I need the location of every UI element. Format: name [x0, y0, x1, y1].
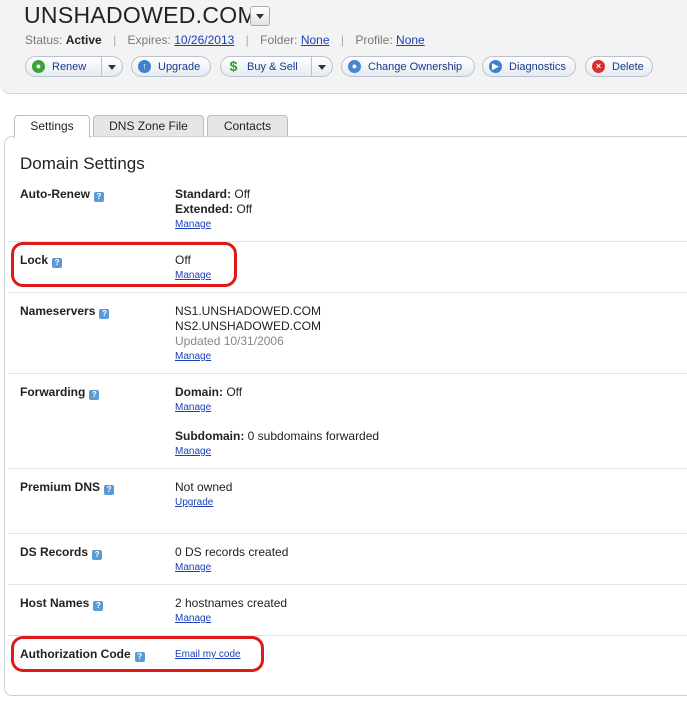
- auto-renew-manage-link[interactable]: Manage: [175, 219, 211, 230]
- tab-dns-zone-file[interactable]: DNS Zone File: [93, 115, 204, 136]
- expires-label: Expires:: [127, 33, 171, 47]
- host-names-label-text: Host Names: [20, 596, 90, 610]
- profile-link[interactable]: None: [396, 33, 425, 47]
- separator: |: [340, 33, 344, 47]
- settings-panel: [4, 136, 687, 696]
- renew-label: Renew: [52, 60, 87, 73]
- auto-renew-label-text: Auto-Renew: [20, 187, 90, 201]
- domain-dropdown-button[interactable]: [250, 6, 270, 26]
- help-icon[interactable]: ?: [92, 550, 103, 560]
- renew-dropdown-arrow[interactable]: [101, 57, 122, 76]
- help-icon[interactable]: ?: [104, 485, 115, 495]
- status-label: Status:: [25, 33, 63, 47]
- buy-sell-button[interactable]: $ Buy & Sell: [220, 56, 333, 77]
- premium-dns-upgrade-link[interactable]: Upgrade: [175, 497, 213, 508]
- forwarding-domain-value: Off: [226, 385, 243, 399]
- renew-icon: ●: [32, 60, 45, 73]
- auto-renew-label: Auto-Renew?: [20, 187, 104, 202]
- auth-code-highlight-annotation: [11, 636, 264, 672]
- standard-label: Standard:: [175, 187, 232, 201]
- row-divider: [8, 292, 687, 293]
- diagnostics-button[interactable]: ▶ Diagnostics: [482, 56, 576, 77]
- forwarding-label-text: Forwarding: [20, 385, 86, 399]
- diagnostics-icon: ▶: [489, 60, 502, 73]
- lock-highlight-annotation: [11, 242, 237, 287]
- upgrade-button[interactable]: ↑ Upgrade: [131, 56, 211, 77]
- expires-link[interactable]: 10/26/2013: [174, 33, 234, 47]
- forwarding-domain-label: Domain:: [175, 385, 223, 399]
- status-value: Active: [65, 33, 102, 47]
- status-line: Status: Active | Expires: 10/26/2013 | F…: [25, 33, 425, 47]
- forwarding-domain: Domain: Off: [175, 385, 242, 399]
- help-icon[interactable]: ?: [99, 309, 110, 319]
- row-divider: [8, 468, 687, 469]
- profile-label: Profile:: [355, 33, 393, 47]
- delete-label: Delete: [612, 60, 644, 73]
- buy-sell-label: Buy & Sell: [247, 60, 298, 73]
- host-names-value: 2 hostnames created: [175, 596, 288, 610]
- forwarding-subdomain-value: 0 subdomains forwarded: [247, 429, 380, 443]
- buy-sell-dropdown-arrow[interactable]: [311, 57, 332, 76]
- ds-records-value: 0 DS records created: [175, 545, 289, 559]
- folder-link[interactable]: None: [301, 33, 330, 47]
- standard-value: Off: [234, 187, 251, 201]
- nameserver-1: NS1.UNSHADOWED.COM: [175, 304, 322, 318]
- separator: |: [113, 33, 117, 47]
- panel-title: Domain Settings: [20, 154, 145, 173]
- forwarding-label: Forwarding?: [20, 385, 100, 400]
- folder-label: Folder:: [260, 33, 298, 47]
- help-icon[interactable]: ?: [93, 601, 104, 611]
- separator: |: [245, 33, 249, 47]
- extended-label: Extended:: [175, 202, 234, 216]
- person-icon: ●: [348, 60, 361, 73]
- dollar-icon: $: [229, 58, 238, 74]
- renew-button[interactable]: ● Renew: [25, 56, 123, 77]
- forwarding-subdomain-label: Subdomain:: [175, 429, 245, 443]
- extended-value: Off: [236, 202, 253, 216]
- tab-contacts[interactable]: Contacts: [207, 115, 288, 136]
- tab-settings[interactable]: Settings: [14, 115, 90, 138]
- row-divider: [8, 584, 687, 585]
- help-icon[interactable]: ?: [94, 192, 104, 202]
- upgrade-label: Upgrade: [158, 60, 201, 73]
- ds-records-manage-link[interactable]: Manage: [175, 562, 211, 573]
- host-names-manage-link[interactable]: Manage: [175, 613, 211, 624]
- ds-records-label: DS Records?: [20, 545, 103, 560]
- nameservers-manage-link[interactable]: Manage: [175, 351, 211, 362]
- host-names-label: Host Names?: [20, 596, 104, 611]
- domain-title: UNSHADOWED.COM: [24, 2, 257, 28]
- forwarding-subdomain: Subdomain: 0 subdomains forwarded: [175, 429, 379, 443]
- delete-x-icon: ×: [592, 60, 605, 73]
- forwarding-domain-manage-link[interactable]: Manage: [175, 402, 211, 413]
- nameserver-2: NS2.UNSHADOWED.COM: [175, 319, 322, 333]
- row-divider: [8, 373, 687, 374]
- nameservers-label: Nameservers?: [20, 304, 110, 319]
- premium-dns-label-text: Premium DNS: [20, 480, 101, 494]
- change-ownership-label: Change Ownership: [368, 60, 463, 73]
- row-divider: [8, 533, 687, 534]
- delete-button[interactable]: × Delete: [585, 56, 653, 77]
- ds-records-label-text: DS Records: [20, 545, 89, 559]
- upgrade-arrow-icon: ↑: [138, 60, 151, 73]
- diagnostics-label: Diagnostics: [509, 60, 566, 73]
- auto-renew-extended: Extended: Off: [175, 202, 252, 216]
- nameservers-updated: Updated 10/31/2006: [175, 334, 284, 348]
- help-icon[interactable]: ?: [89, 390, 100, 400]
- change-ownership-button[interactable]: ● Change Ownership: [341, 56, 475, 77]
- premium-dns-value: Not owned: [175, 480, 233, 494]
- auto-renew-standard: Standard: Off: [175, 187, 250, 201]
- forwarding-subdomain-manage-link[interactable]: Manage: [175, 446, 211, 457]
- nameservers-label-text: Nameservers: [20, 304, 96, 318]
- premium-dns-label: Premium DNS?: [20, 480, 115, 495]
